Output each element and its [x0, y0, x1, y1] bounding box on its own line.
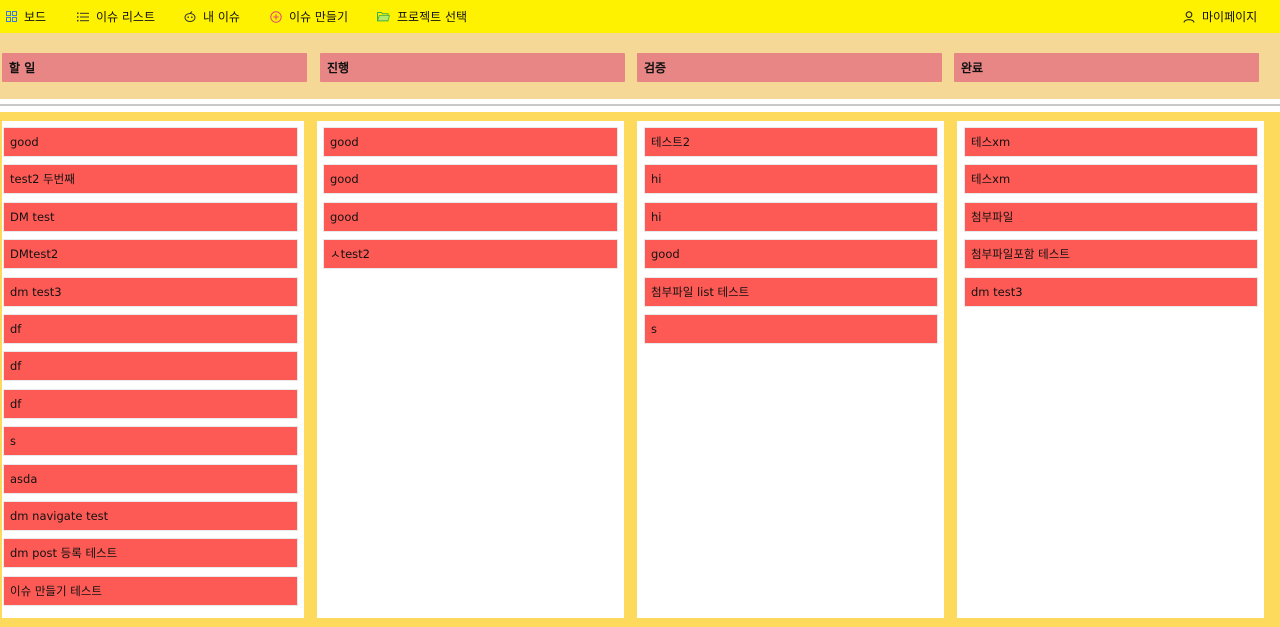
- issue-card[interactable]: good: [323, 127, 618, 157]
- nav-my-page-label: 마이페이지: [1202, 10, 1258, 24]
- column-header-band: 할 일 진행 검증 완료: [0, 33, 1280, 99]
- column-title: 진행: [327, 61, 350, 75]
- column-title: 완료: [961, 61, 984, 75]
- folder-icon: [377, 12, 390, 22]
- issue-card[interactable]: DM test: [3, 201, 298, 232]
- nav-select-project-label: 프로젝트 선택: [397, 10, 468, 24]
- nav-board[interactable]: 보드: [6, 0, 46, 33]
- issue-card[interactable]: asda: [3, 463, 298, 494]
- issue-card[interactable]: test2 두번째: [3, 164, 298, 195]
- issue-card[interactable]: s: [3, 426, 298, 457]
- issue-card[interactable]: good: [323, 201, 618, 232]
- issue-card[interactable]: 테스xm: [964, 164, 1258, 195]
- top-nav-bar: 보드 이슈 리스트 내 이슈 이슈 만들기 프로젝트 선택 마이페이지: [0, 0, 1280, 33]
- issue-card[interactable]: s: [644, 314, 938, 344]
- issue-card[interactable]: 테스트2: [644, 127, 938, 157]
- nav-my-issues[interactable]: 내 이슈: [184, 0, 240, 33]
- issue-card[interactable]: hi: [644, 164, 938, 195]
- issue-card[interactable]: df: [3, 314, 298, 344]
- issue-card[interactable]: good: [3, 127, 298, 157]
- kanban-board: good test2 두번째 DM test DMtest2 dm test3 df df d…: [0, 112, 1280, 627]
- issue-card[interactable]: 첨부파일: [964, 201, 1258, 232]
- issue-card[interactable]: 첨부파일 list 테스트: [644, 276, 938, 307]
- issue-card[interactable]: good: [644, 239, 938, 270]
- column-header-todo: 할 일: [2, 53, 307, 82]
- nav-board-label: 보드: [24, 10, 47, 24]
- plus-circle-icon: [270, 10, 282, 23]
- column-header-in-progress: 진행: [320, 53, 625, 82]
- column-title: 할 일: [9, 61, 36, 75]
- nav-issue-list-label: 이슈 리스트: [96, 10, 156, 24]
- nav-my-page[interactable]: 마이페이지: [1183, 0, 1257, 33]
- my-issues-icon: [184, 11, 196, 22]
- divider: [0, 104, 1280, 106]
- issue-card[interactable]: 첨부파일포함 테스트: [964, 239, 1258, 270]
- column-title: 검증: [644, 61, 667, 75]
- issue-card[interactable]: DMtest2: [3, 239, 298, 270]
- issue-card[interactable]: hi: [644, 201, 938, 232]
- column-header-done: 완료: [954, 53, 1259, 82]
- nav-create-issue-label: 이슈 만들기: [289, 10, 349, 24]
- list-icon: [77, 12, 89, 21]
- nav-my-issues-label: 내 이슈: [203, 10, 240, 24]
- nav-create-issue[interactable]: 이슈 만들기: [270, 0, 348, 33]
- column-todo[interactable]: good test2 두번째 DM test DMtest2 dm test3 df df d…: [2, 121, 304, 618]
- board-grid-icon: [6, 11, 17, 22]
- issue-card[interactable]: dm navigate test: [3, 501, 298, 531]
- column-done[interactable]: 테스xm 테스xm 첨부파일첨부파일포함 테스트 dm test3: [957, 121, 1264, 618]
- issue-card[interactable]: 테스xm: [964, 127, 1258, 157]
- column-header-review: 검증: [637, 53, 942, 82]
- issue-card[interactable]: df: [3, 351, 298, 382]
- nav-select-project[interactable]: 프로젝트 선택: [377, 0, 467, 33]
- issue-card[interactable]: good: [323, 164, 618, 195]
- issue-card[interactable]: dm test3: [964, 276, 1258, 307]
- issue-card[interactable]: dm test3: [3, 276, 298, 307]
- nav-issue-list[interactable]: 이슈 리스트: [77, 0, 155, 33]
- column-review[interactable]: 테스트2 hi hi good 첨부파일 list 테스트 s: [637, 121, 944, 618]
- issue-card[interactable]: 이슈 만들기 테스트: [3, 575, 298, 606]
- issue-card[interactable]: df: [3, 388, 298, 419]
- issue-card[interactable]: ㅅtest2: [323, 239, 618, 270]
- issue-card[interactable]: dm post 등록 테스트: [3, 538, 298, 569]
- column-in-progress[interactable]: good good good ㅅtest2: [317, 121, 624, 618]
- user-icon: [1183, 10, 1195, 23]
